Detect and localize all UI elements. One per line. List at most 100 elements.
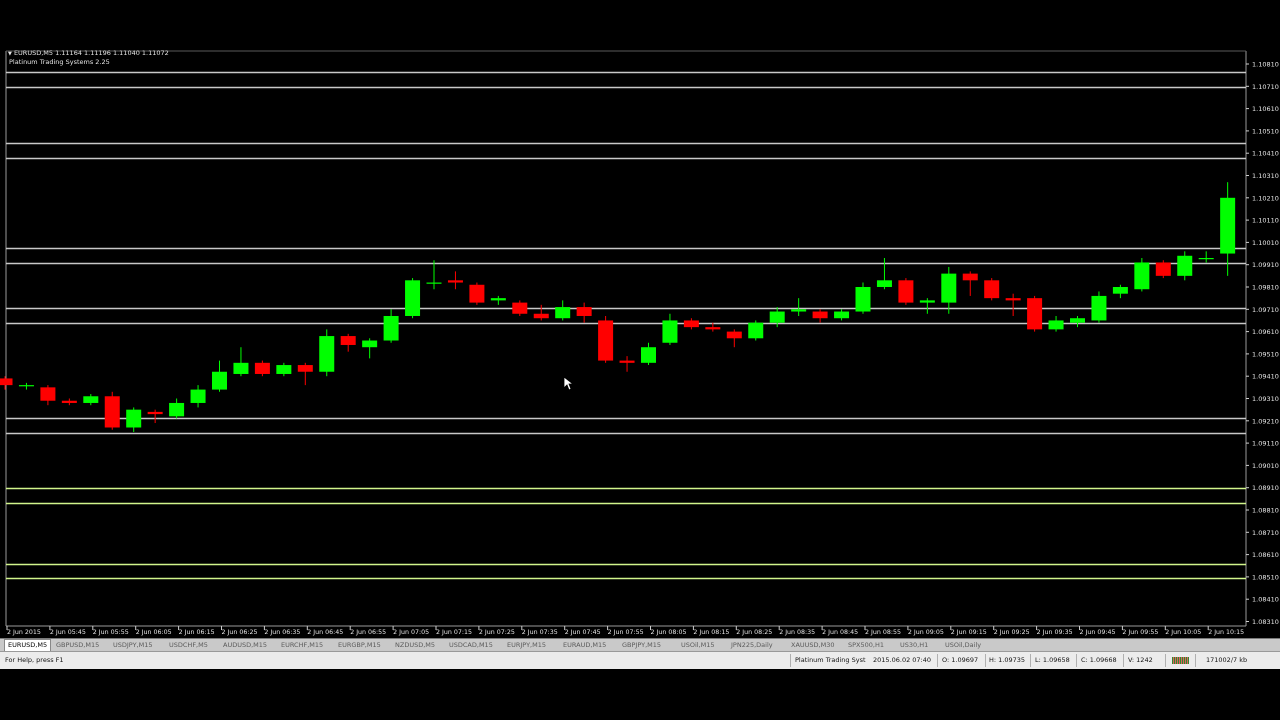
chart-tab[interactable]: GBPJPY,M15: [619, 640, 664, 650]
candle-body: [555, 307, 571, 319]
collapse-arrow-icon[interactable]: ▼: [8, 51, 12, 57]
symbol-info-line: ▼ EURUSD,M5 1.11164 1.11196 1.11040 1.11…: [8, 49, 169, 58]
price-axis-label: 1.09510: [1252, 350, 1279, 358]
candle-body: [919, 300, 935, 303]
chart-tab[interactable]: AUDUSD,M15: [220, 640, 270, 650]
candle-body: [705, 327, 721, 330]
candle-body: [83, 396, 99, 403]
candle-body: [212, 371, 227, 390]
chart-tab[interactable]: SPX500,H1: [845, 640, 887, 650]
candle-body: [1112, 287, 1128, 294]
candle-body: [1027, 298, 1043, 330]
price-axis-label: 1.10510: [1252, 127, 1279, 135]
connection-status-icon[interactable]: [1172, 657, 1189, 664]
time-axis-label: 2 Jun 09:25: [994, 629, 1030, 636]
price-axis-label: 1.08610: [1252, 551, 1279, 559]
status-separator: [790, 654, 791, 667]
candle-body: [18, 385, 34, 387]
status-profile: Platinum Trading Syst: [795, 656, 866, 664]
price-axis-label: 1.08510: [1252, 573, 1279, 581]
candle-body: [726, 331, 742, 339]
candle-body: [0, 378, 13, 386]
candle-body: [683, 320, 699, 328]
candle-body: [876, 280, 892, 287]
candle-body: [984, 280, 1000, 299]
chart-tab[interactable]: USDJPY,M15: [110, 640, 156, 650]
chart-tab[interactable]: EURCHF,M15: [278, 640, 326, 650]
price-chart[interactable]: 1.10810 1.10710 1.10610 1.10510 1.10410 1.103…: [0, 47, 1280, 638]
candle-body: [426, 282, 442, 284]
time-axis-label: 2 Jun 05:45: [50, 629, 86, 636]
status-datetime: 2015.06.02 07:40: [873, 656, 932, 664]
price-axis-label: 1.09810: [1252, 284, 1279, 292]
chart-window[interactable]: 1.10810 1.10710 1.10610 1.10510 1.10410 1.103…: [0, 47, 1280, 670]
candle-body: [641, 347, 656, 363]
status-bar: For Help, press F1 Platinum Trading Syst…: [0, 651, 1280, 669]
price-axis-label: 1.10610: [1252, 105, 1279, 113]
price-axis-label: 1.09310: [1252, 395, 1279, 403]
candle-body: [233, 362, 249, 374]
chart-tab[interactable]: USDCAD,M15: [446, 640, 496, 650]
price-axis-label: 1.08810: [1252, 507, 1279, 515]
status-help-text: For Help, press F1: [5, 656, 64, 664]
candle-body: [276, 365, 292, 374]
candle-body: [748, 322, 764, 339]
candle-body: [769, 311, 785, 323]
time-axis-label: 2 Jun 08:05: [651, 629, 687, 636]
price-axis-label: 1.08410: [1252, 596, 1279, 604]
candle-body: [598, 320, 614, 361]
chart-tab[interactable]: NZDUSD,M5: [392, 640, 438, 650]
chart-tab-bar: EURUSD,M5 GBPUSD,M15 USDJPY,M15 USDCHF,M5 AU…: [0, 638, 1280, 651]
time-axis-label: 2 Jun 06:45: [307, 629, 343, 636]
time-axis-label: 2 Jun 08:15: [693, 629, 729, 636]
candle-body: [1048, 320, 1064, 330]
candle-body: [512, 302, 528, 314]
status-volume: V: 1242: [1128, 656, 1153, 664]
candle-body: [1155, 262, 1171, 276]
candle-body: [340, 336, 356, 345]
candle-body: [40, 387, 56, 401]
chart-tab[interactable]: US30,H1: [897, 640, 931, 650]
time-axis-label: 2 Jun 08:35: [779, 629, 815, 636]
candle-body: [576, 307, 592, 316]
candle-body: [941, 273, 957, 303]
chart-tab[interactable]: EURUSD,M5: [4, 639, 52, 651]
candle-body: [1091, 295, 1107, 321]
candle-body: [61, 400, 77, 403]
price-axis-label: 1.09410: [1252, 373, 1279, 381]
candle-body: [297, 365, 313, 372]
candle-body: [1220, 197, 1236, 254]
candle-body: [619, 360, 635, 363]
candle-body: [962, 273, 978, 281]
time-axis-label: 2 Jun 05:55: [93, 629, 129, 636]
status-separator: [1123, 654, 1124, 667]
chart-tab[interactable]: USDCHF,M5: [166, 640, 211, 650]
price-axis-label: 1.09910: [1252, 261, 1279, 269]
candle-body: [190, 389, 206, 403]
candle-body: [1177, 255, 1193, 276]
candle-body: [147, 411, 163, 415]
candle-body: [469, 284, 485, 303]
time-axis-label: 2 Jun 10:05: [1165, 629, 1201, 636]
time-axis-label: 2 Jun 08:25: [736, 629, 772, 636]
chart-tab[interactable]: XAUUSD,M30: [788, 640, 838, 650]
chart-tab[interactable]: EURGBP,M15: [335, 640, 384, 650]
chart-tab[interactable]: GBPUSD,M15: [53, 640, 102, 650]
price-axis-label: 1.10810: [1252, 61, 1279, 69]
price-axis-label: 1.10110: [1252, 217, 1279, 225]
price-axis-label: 1.10210: [1252, 194, 1279, 202]
chart-tab[interactable]: JPN225,Daily: [728, 640, 776, 650]
price-axis-label: 1.09110: [1252, 440, 1279, 448]
chart-tab[interactable]: USOil,Daily: [942, 640, 984, 650]
time-axis-label: 2 Jun 06:55: [350, 629, 386, 636]
candle-body: [1005, 298, 1021, 301]
status-traffic: 171002/7 kb: [1206, 656, 1248, 664]
chart-tab[interactable]: EURJPY,M15: [504, 640, 549, 650]
time-axis-label: 2 Jun 08:55: [865, 629, 901, 636]
status-close: C: 1.09668: [1081, 656, 1117, 664]
chart-tab[interactable]: EURAUD,M15: [560, 640, 609, 650]
candle-body: [791, 309, 807, 312]
candle-body: [104, 396, 120, 428]
price-axis-label: 1.10410: [1252, 150, 1279, 158]
chart-tab[interactable]: USOil,M15: [678, 640, 718, 650]
